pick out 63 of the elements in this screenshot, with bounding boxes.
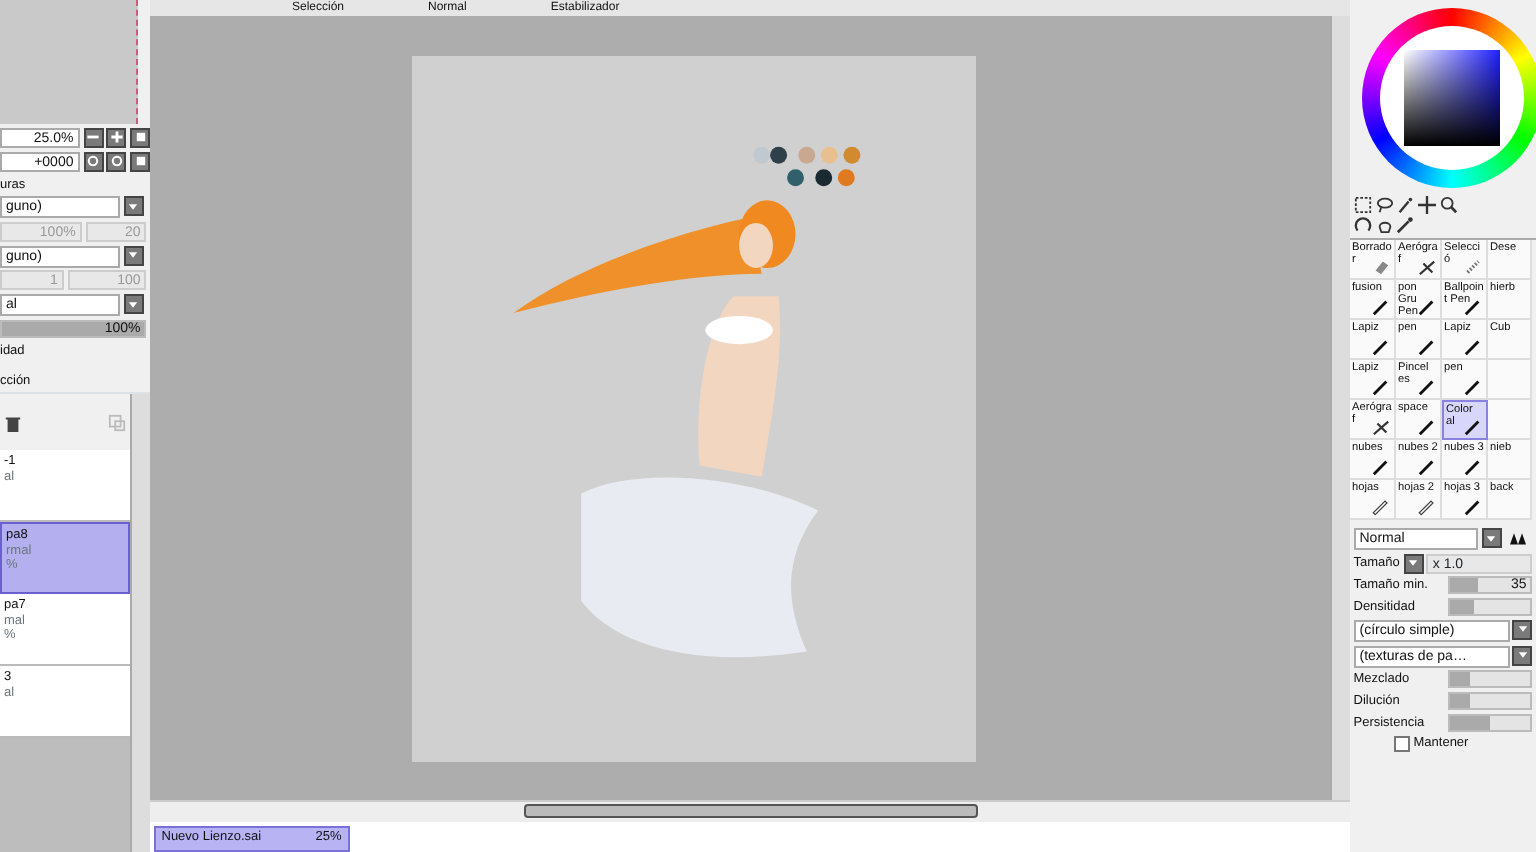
zoom-in-button[interactable] — [106, 127, 127, 148]
pen-brush-icon — [1464, 418, 1482, 437]
layer-scrollbar[interactable] — [130, 394, 150, 852]
vertical-scrollbar[interactable] — [1330, 16, 1350, 800]
wand-icon — [1396, 195, 1415, 213]
brush-slider[interactable] — [1448, 670, 1533, 689]
brush-shape-dropdown-arrow-button[interactable] — [1512, 619, 1533, 640]
effect-dropdown-arrow-icon — [126, 248, 140, 263]
trash-icon — [3, 413, 22, 432]
pencil-brush-icon — [1372, 498, 1390, 517]
eyedropper-icon — [1396, 216, 1415, 235]
pen-brush-icon — [1464, 378, 1482, 397]
zoom-icon — [1439, 195, 1458, 213]
color-square[interactable] — [1404, 50, 1500, 146]
brush-slider[interactable] — [1448, 692, 1533, 710]
pen-brush-icon — [1464, 498, 1482, 517]
pen-brush-icon — [1418, 418, 1436, 437]
pen-brush-icon — [1464, 458, 1482, 477]
blend-mode-dropdown-arrow-button[interactable] — [123, 294, 143, 315]
pencil-brush-icon — [1418, 498, 1436, 517]
pen-brush-icon — [1418, 338, 1436, 357]
size-arrow-button[interactable] — [1403, 553, 1424, 573]
lasso-icon — [1375, 195, 1393, 213]
pen-brush-icon — [1372, 458, 1390, 477]
pen-brush-icon — [1418, 298, 1436, 317]
airbrush-brush-icon — [1418, 258, 1436, 277]
mode-arrow-icon — [1484, 531, 1498, 546]
reset-rotation-button[interactable] — [130, 151, 150, 171]
zoom-out-button[interactable] — [83, 127, 103, 148]
zoom-in-icon — [109, 130, 124, 145]
rotate-icon — [1353, 216, 1372, 235]
pen-brush-icon — [1418, 378, 1436, 397]
move-icon — [1418, 195, 1436, 213]
reset-button[interactable] — [130, 127, 150, 148]
brush-slider[interactable] — [1448, 598, 1533, 616]
pen-brush-icon — [1418, 458, 1436, 477]
layer-list-background — [0, 738, 130, 852]
texture-dropdown-arrow-icon — [126, 199, 140, 214]
brush-texture-dropdown-arrow-icon — [1515, 648, 1530, 662]
rotate-left-button[interactable] — [83, 151, 103, 171]
scrollbar-thumb[interactable] — [524, 804, 978, 818]
brush-texture-dropdown-arrow-button[interactable] — [1512, 645, 1533, 665]
brush-shape-dropdown-arrow-icon — [1515, 622, 1530, 637]
rotate-right-button[interactable] — [106, 151, 127, 171]
navigator-thumbnail — [0, 0, 138, 124]
mode-arrow-button[interactable] — [1481, 528, 1501, 549]
size-arrow-icon — [1406, 556, 1421, 570]
select-brush-icon — [1464, 258, 1482, 277]
eraser-brush-icon — [1372, 258, 1390, 277]
blend-mode-dropdown-arrow-icon — [126, 297, 140, 312]
brush-slider[interactable] — [1448, 713, 1533, 732]
keep-opacity-checkbox[interactable] — [1394, 735, 1410, 751]
merge-layer-icon — [108, 413, 127, 432]
pen-brush-icon — [1372, 298, 1390, 317]
texture-dropdown-arrow-button[interactable] — [123, 196, 143, 217]
effect-dropdown-arrow-button[interactable] — [123, 245, 143, 266]
pen-brush-icon — [1464, 298, 1482, 317]
pen-brush-icon — [1372, 378, 1390, 397]
pen-brush-icon — [1372, 338, 1390, 357]
airbrush-brush-icon — [1372, 418, 1390, 437]
rect-select-icon — [1353, 195, 1372, 213]
horizontal-scrollbar[interactable] — [150, 800, 1350, 822]
pen-brush-icon — [1464, 338, 1482, 357]
